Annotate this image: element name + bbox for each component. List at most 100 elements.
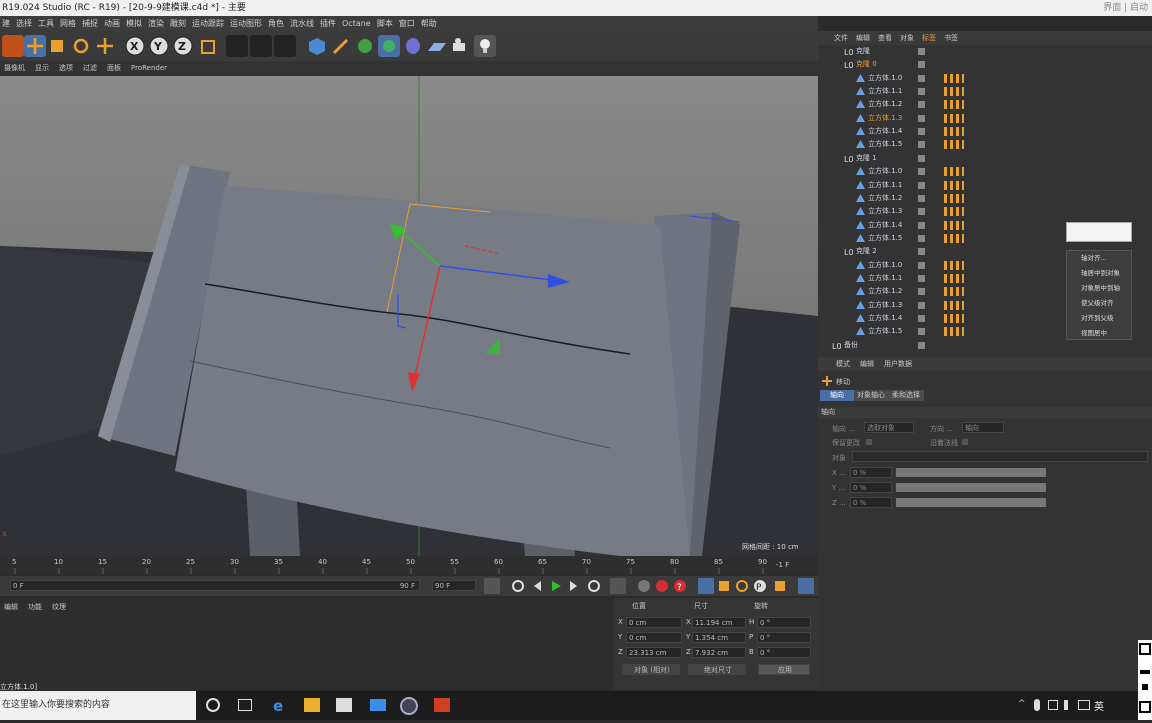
layer-toggle-icon[interactable] [918, 208, 925, 216]
layer-toggle-icon[interactable] [918, 141, 925, 149]
menu-item[interactable]: 角色 [268, 16, 284, 31]
layer-toggle-icon[interactable] [918, 168, 925, 176]
om-tab[interactable]: 书签 [944, 31, 958, 45]
tree-row[interactable]: L0 克隆 1 [818, 152, 1152, 165]
attr-tab-soft-selection[interactable]: 柔和选择 [888, 390, 924, 401]
z-axis-lock-icon[interactable]: Z [172, 35, 194, 57]
rotate-tool-icon[interactable] [70, 35, 92, 57]
material-tag-icon[interactable] [944, 113, 964, 123]
context-menu-item[interactable]: 轴居中到对象 [1067, 266, 1131, 281]
rot-p-field[interactable]: 0 ° [757, 632, 811, 643]
key-pla-icon[interactable] [772, 578, 788, 594]
material-menu-item[interactable]: 纹理 [52, 602, 66, 612]
material-tag-icon[interactable] [944, 73, 964, 83]
floor-icon[interactable] [426, 35, 448, 57]
material-tag-icon[interactable] [944, 260, 964, 270]
attr-tab-axis[interactable]: 轴向 [820, 390, 854, 401]
pos-z-field[interactable]: 23.313 cm [626, 647, 682, 658]
layer-toggle-icon[interactable] [918, 154, 925, 162]
attr-menu-item[interactable]: 用户数据 [884, 357, 912, 371]
tree-row[interactable]: 立方体.1.3 [818, 112, 1152, 125]
om-tab[interactable]: 对象 [900, 31, 914, 45]
cloner-icon[interactable] [378, 35, 400, 57]
z-slider[interactable] [896, 498, 1046, 507]
tree-row[interactable]: 立方体.1.1 [818, 179, 1152, 192]
y-slider[interactable] [896, 483, 1046, 492]
axis-dropdown[interactable]: 选取对象 [864, 422, 914, 433]
key-scale-icon[interactable] [716, 578, 732, 594]
material-tag-icon[interactable] [944, 87, 964, 97]
tree-row[interactable]: 立方体.1.3 [818, 205, 1152, 218]
layer-toggle-icon[interactable] [918, 61, 925, 69]
tree-row[interactable]: 立方体.1.1 [818, 85, 1152, 98]
tree-row[interactable]: L0 克隆 0 [818, 58, 1152, 71]
material-tag-icon[interactable] [944, 300, 964, 310]
menu-item[interactable]: Octane [342, 16, 371, 31]
context-menu-item[interactable]: 使父级对齐 [1067, 296, 1131, 311]
viewport-menu-item[interactable]: 选项 [59, 61, 73, 76]
material-tag-icon[interactable] [944, 167, 964, 177]
size-y-field[interactable]: 1.354 cm [692, 632, 746, 643]
context-menu-item[interactable]: 轴对齐... [1067, 251, 1131, 266]
attr-tab-object-axis[interactable]: 对象轴心 [854, 390, 888, 401]
menu-item[interactable]: 流水线 [290, 16, 314, 31]
viewport-menu-item[interactable]: ProRender [131, 61, 167, 76]
layer-toggle-icon[interactable] [918, 234, 925, 242]
menu-item[interactable]: 动画 [104, 16, 120, 31]
tree-row[interactable]: 立方体.1.2 [818, 192, 1152, 205]
layer-toggle-icon[interactable] [918, 88, 925, 96]
store-icon[interactable] [336, 698, 352, 712]
menu-item[interactable]: 模拟 [126, 16, 142, 31]
render-picture-viewer-icon[interactable] [250, 35, 272, 57]
menu-item[interactable]: 工具 [38, 16, 54, 31]
material-tag-icon[interactable] [944, 140, 964, 150]
coordinate-system-icon[interactable] [198, 35, 220, 57]
key-position-icon[interactable] [698, 578, 714, 594]
move-tool-icon[interactable] [24, 35, 46, 57]
layer-toggle-icon[interactable] [918, 328, 925, 336]
material-tag-icon[interactable] [944, 327, 964, 337]
frame-range-slider[interactable]: 0 F 90 F [10, 580, 420, 591]
cinema4d-icon[interactable] [400, 697, 418, 715]
keyframe-selection-icon[interactable]: ? [672, 578, 688, 594]
layer-toggle-icon[interactable] [918, 315, 925, 322]
layer-toggle-icon[interactable] [918, 114, 925, 122]
end-frame-field[interactable]: 90 F [432, 580, 476, 591]
menu-item[interactable]: 网格 [60, 16, 76, 31]
viewport-menu-item[interactable]: 过滤 [83, 61, 97, 76]
om-tab[interactable]: 标签 [922, 31, 936, 45]
select-tool-icon[interactable] [2, 35, 24, 57]
task-view-icon[interactable] [206, 698, 220, 712]
om-tab[interactable]: 文件 [834, 31, 848, 45]
microphone-icon[interactable] [1034, 699, 1040, 711]
x-percent-field[interactable]: 0 % [850, 467, 892, 478]
material-tag-icon[interactable] [944, 233, 964, 243]
layer-toggle-icon[interactable] [918, 74, 925, 82]
edge-icon[interactable]: e [272, 697, 288, 715]
menu-item[interactable]: 建 [2, 16, 10, 31]
layer-toggle-icon[interactable] [918, 274, 925, 282]
file-explorer-icon[interactable] [304, 698, 320, 712]
rot-b-field[interactable]: 0 ° [757, 647, 811, 658]
tree-row[interactable]: 立方体.1.4 [818, 125, 1152, 138]
z-percent-field[interactable]: 0 % [850, 497, 892, 508]
material-tag-icon[interactable] [944, 314, 964, 323]
pen-spline-icon[interactable] [330, 35, 352, 57]
menu-item[interactable]: 帮助 [421, 16, 437, 31]
context-menu-item[interactable]: 对象居中到轴 [1067, 281, 1131, 296]
menu-item[interactable]: 脚本 [377, 16, 393, 31]
volume-icon[interactable] [1064, 700, 1074, 710]
deformer-icon[interactable] [402, 35, 424, 57]
record-icon[interactable] [636, 578, 652, 594]
viewport-menu-item[interactable]: 显示 [35, 61, 49, 76]
material-tag-icon[interactable] [944, 127, 964, 137]
render-settings-icon[interactable] [274, 35, 296, 57]
y-axis-lock-icon[interactable]: Y [148, 35, 170, 57]
om-tab[interactable]: 查看 [878, 31, 892, 45]
coord-mode-dropdown[interactable]: 对象 (相对) [622, 664, 680, 675]
material-tag-icon[interactable] [944, 220, 964, 230]
layer-toggle-icon[interactable] [918, 301, 925, 309]
om-tab[interactable]: 编辑 [856, 31, 870, 45]
y-percent-field[interactable]: 0 % [850, 482, 892, 493]
object-link-field[interactable] [852, 451, 1148, 462]
